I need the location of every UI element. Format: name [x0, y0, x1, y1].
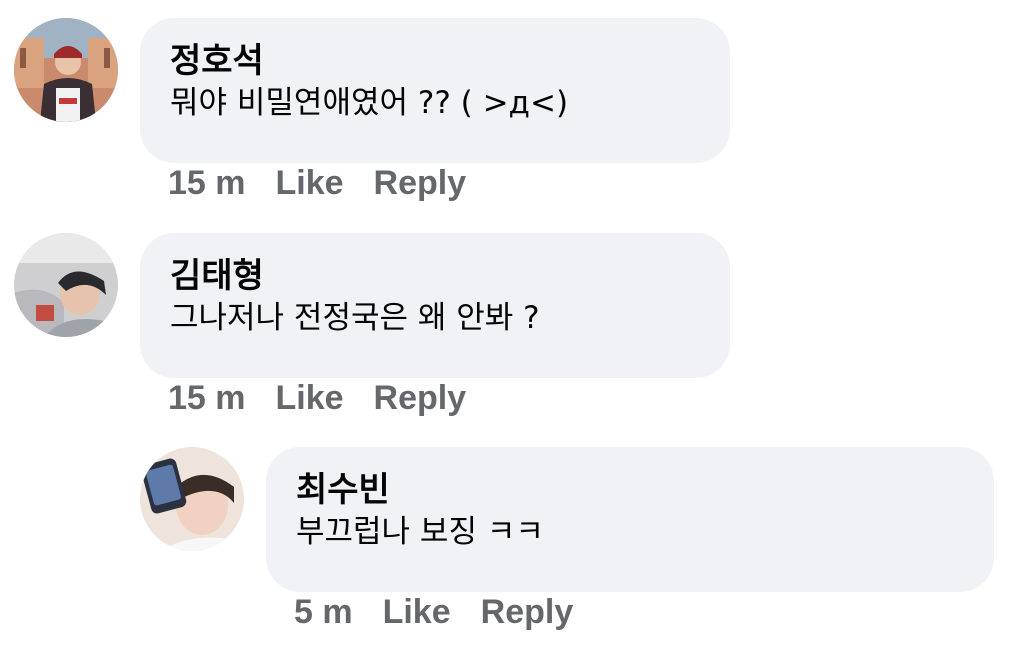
comment-author[interactable]: 최수빈 — [296, 469, 994, 511]
reply-button[interactable]: Reply — [481, 593, 574, 632]
avatar[interactable] — [140, 447, 244, 551]
comment-actions: 5 m Like Reply — [294, 592, 603, 632]
avatar-photo — [140, 447, 244, 551]
comment-text: 부끄럽나 보징 ㅋㅋ — [296, 514, 544, 550]
comment-bubble: 최수빈 부끄럽나 보징 ㅋㅋ — [266, 447, 994, 592]
reply-comment-item: 최수빈 부끄럽나 보징 ㅋㅋ 5 m Like Reply — [0, 0, 1015, 646]
comment-timestamp[interactable]: 5 m — [294, 593, 353, 632]
like-button[interactable]: Like — [383, 593, 451, 632]
